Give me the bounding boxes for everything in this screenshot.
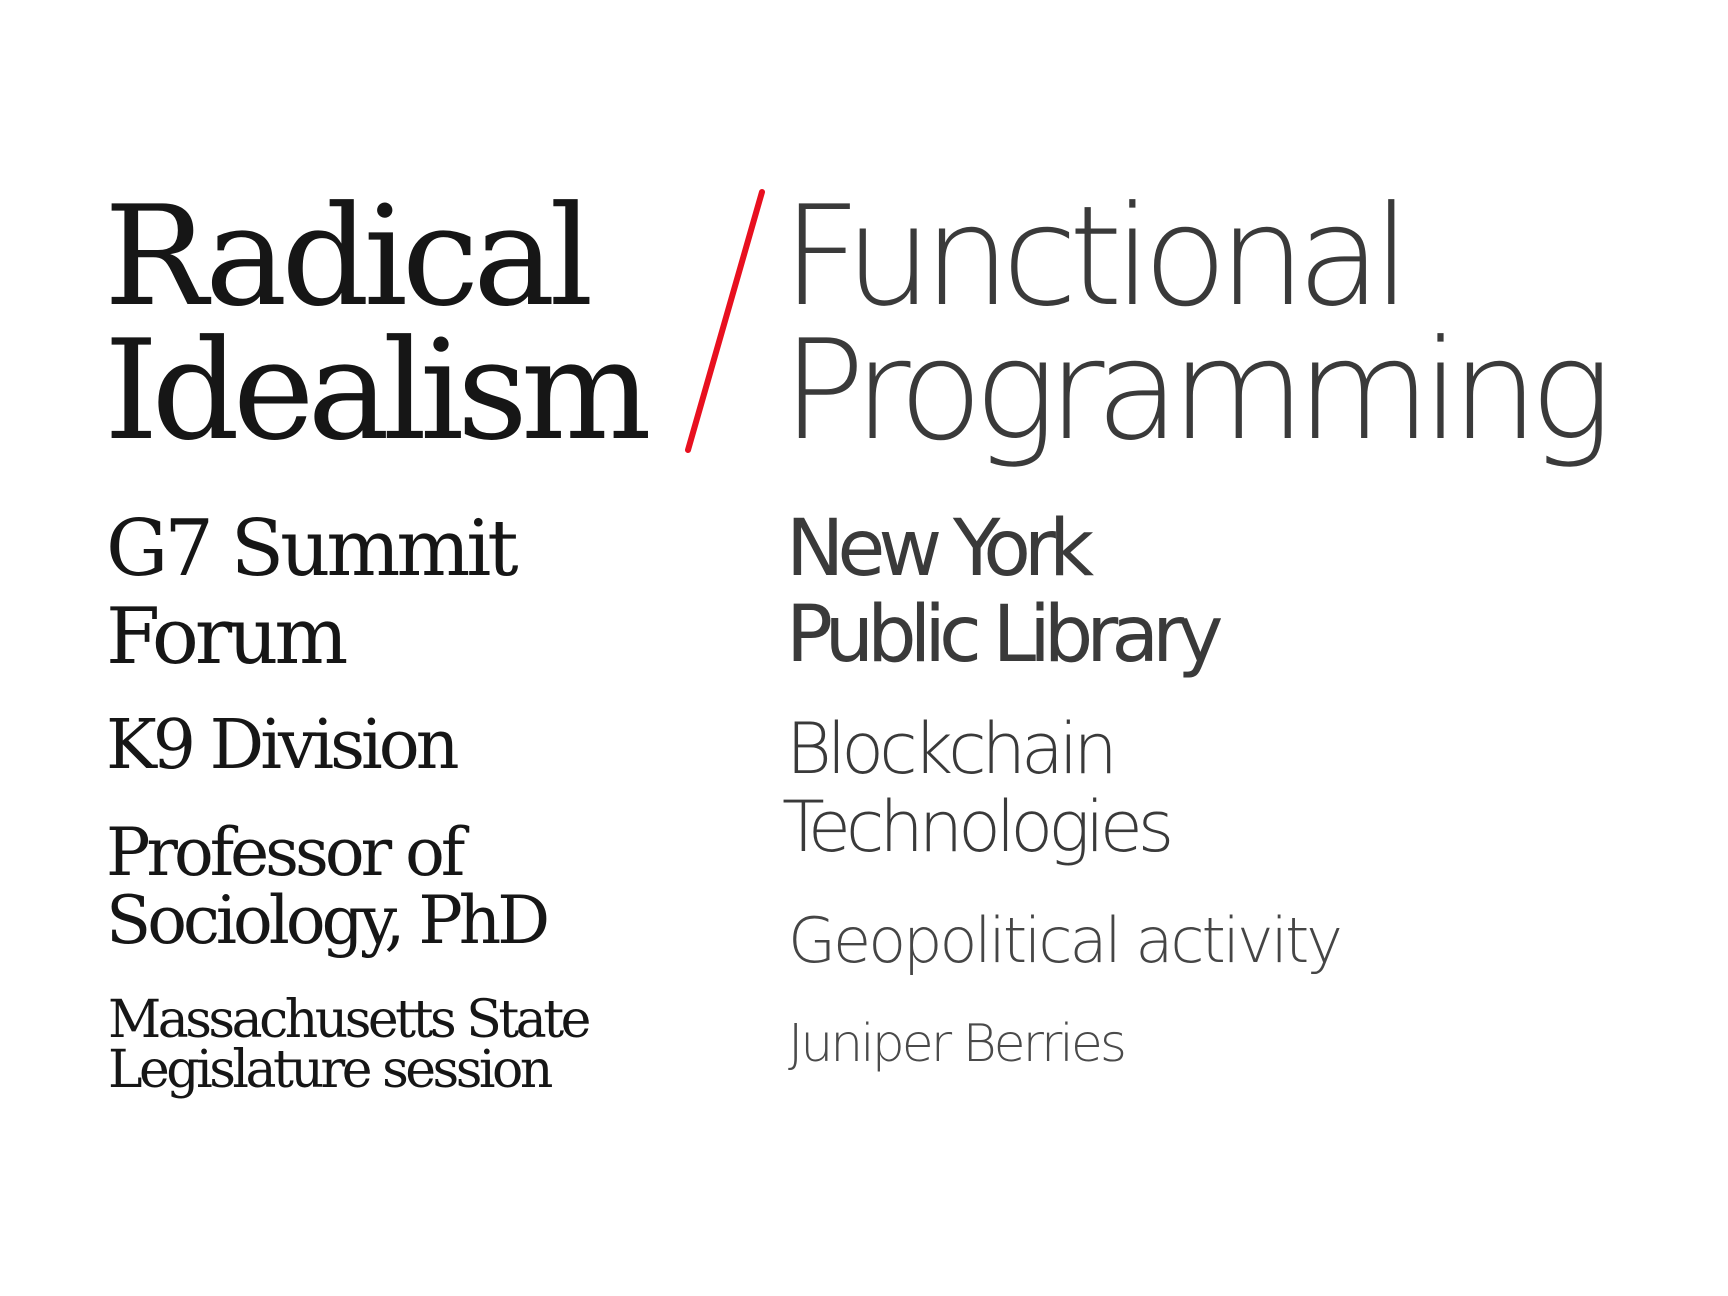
- left-row-4-line-1: Massachusetts State: [108, 990, 591, 1050]
- slash-line: [685, 189, 765, 453]
- type-specimen: Radical Idealism G7 Summit Forum K9 Divi…: [0, 0, 1728, 1296]
- left-row-3-line-1: Professor of: [106, 814, 465, 891]
- left-row-4-line-2: Legislature session: [108, 1040, 553, 1100]
- right-row-2-line-1: Blockchain: [786, 708, 1118, 790]
- right-headline-line-1: Functional: [782, 176, 1411, 337]
- left-row-3-line-2: Sociology, PhD: [106, 882, 550, 959]
- right-row-4: Juniper Berries: [788, 1014, 1127, 1074]
- right-headline-line-2: Programming: [782, 310, 1613, 471]
- left-row-1-line-2: Forum: [106, 592, 348, 682]
- left-headline-line-1: Radical: [104, 176, 594, 337]
- left-row-1-line-1: G7 Summit: [106, 504, 519, 594]
- right-row-3: Geopolitical activity: [788, 904, 1343, 977]
- right-row-1-line-2: Public Library: [786, 590, 1223, 680]
- left-row-2: K9 Division: [106, 706, 459, 785]
- right-row-1-line-1: New York: [786, 504, 1094, 594]
- left-headline-line-2: Idealism: [104, 310, 652, 471]
- right-row-2-line-2: Technologies: [782, 786, 1174, 868]
